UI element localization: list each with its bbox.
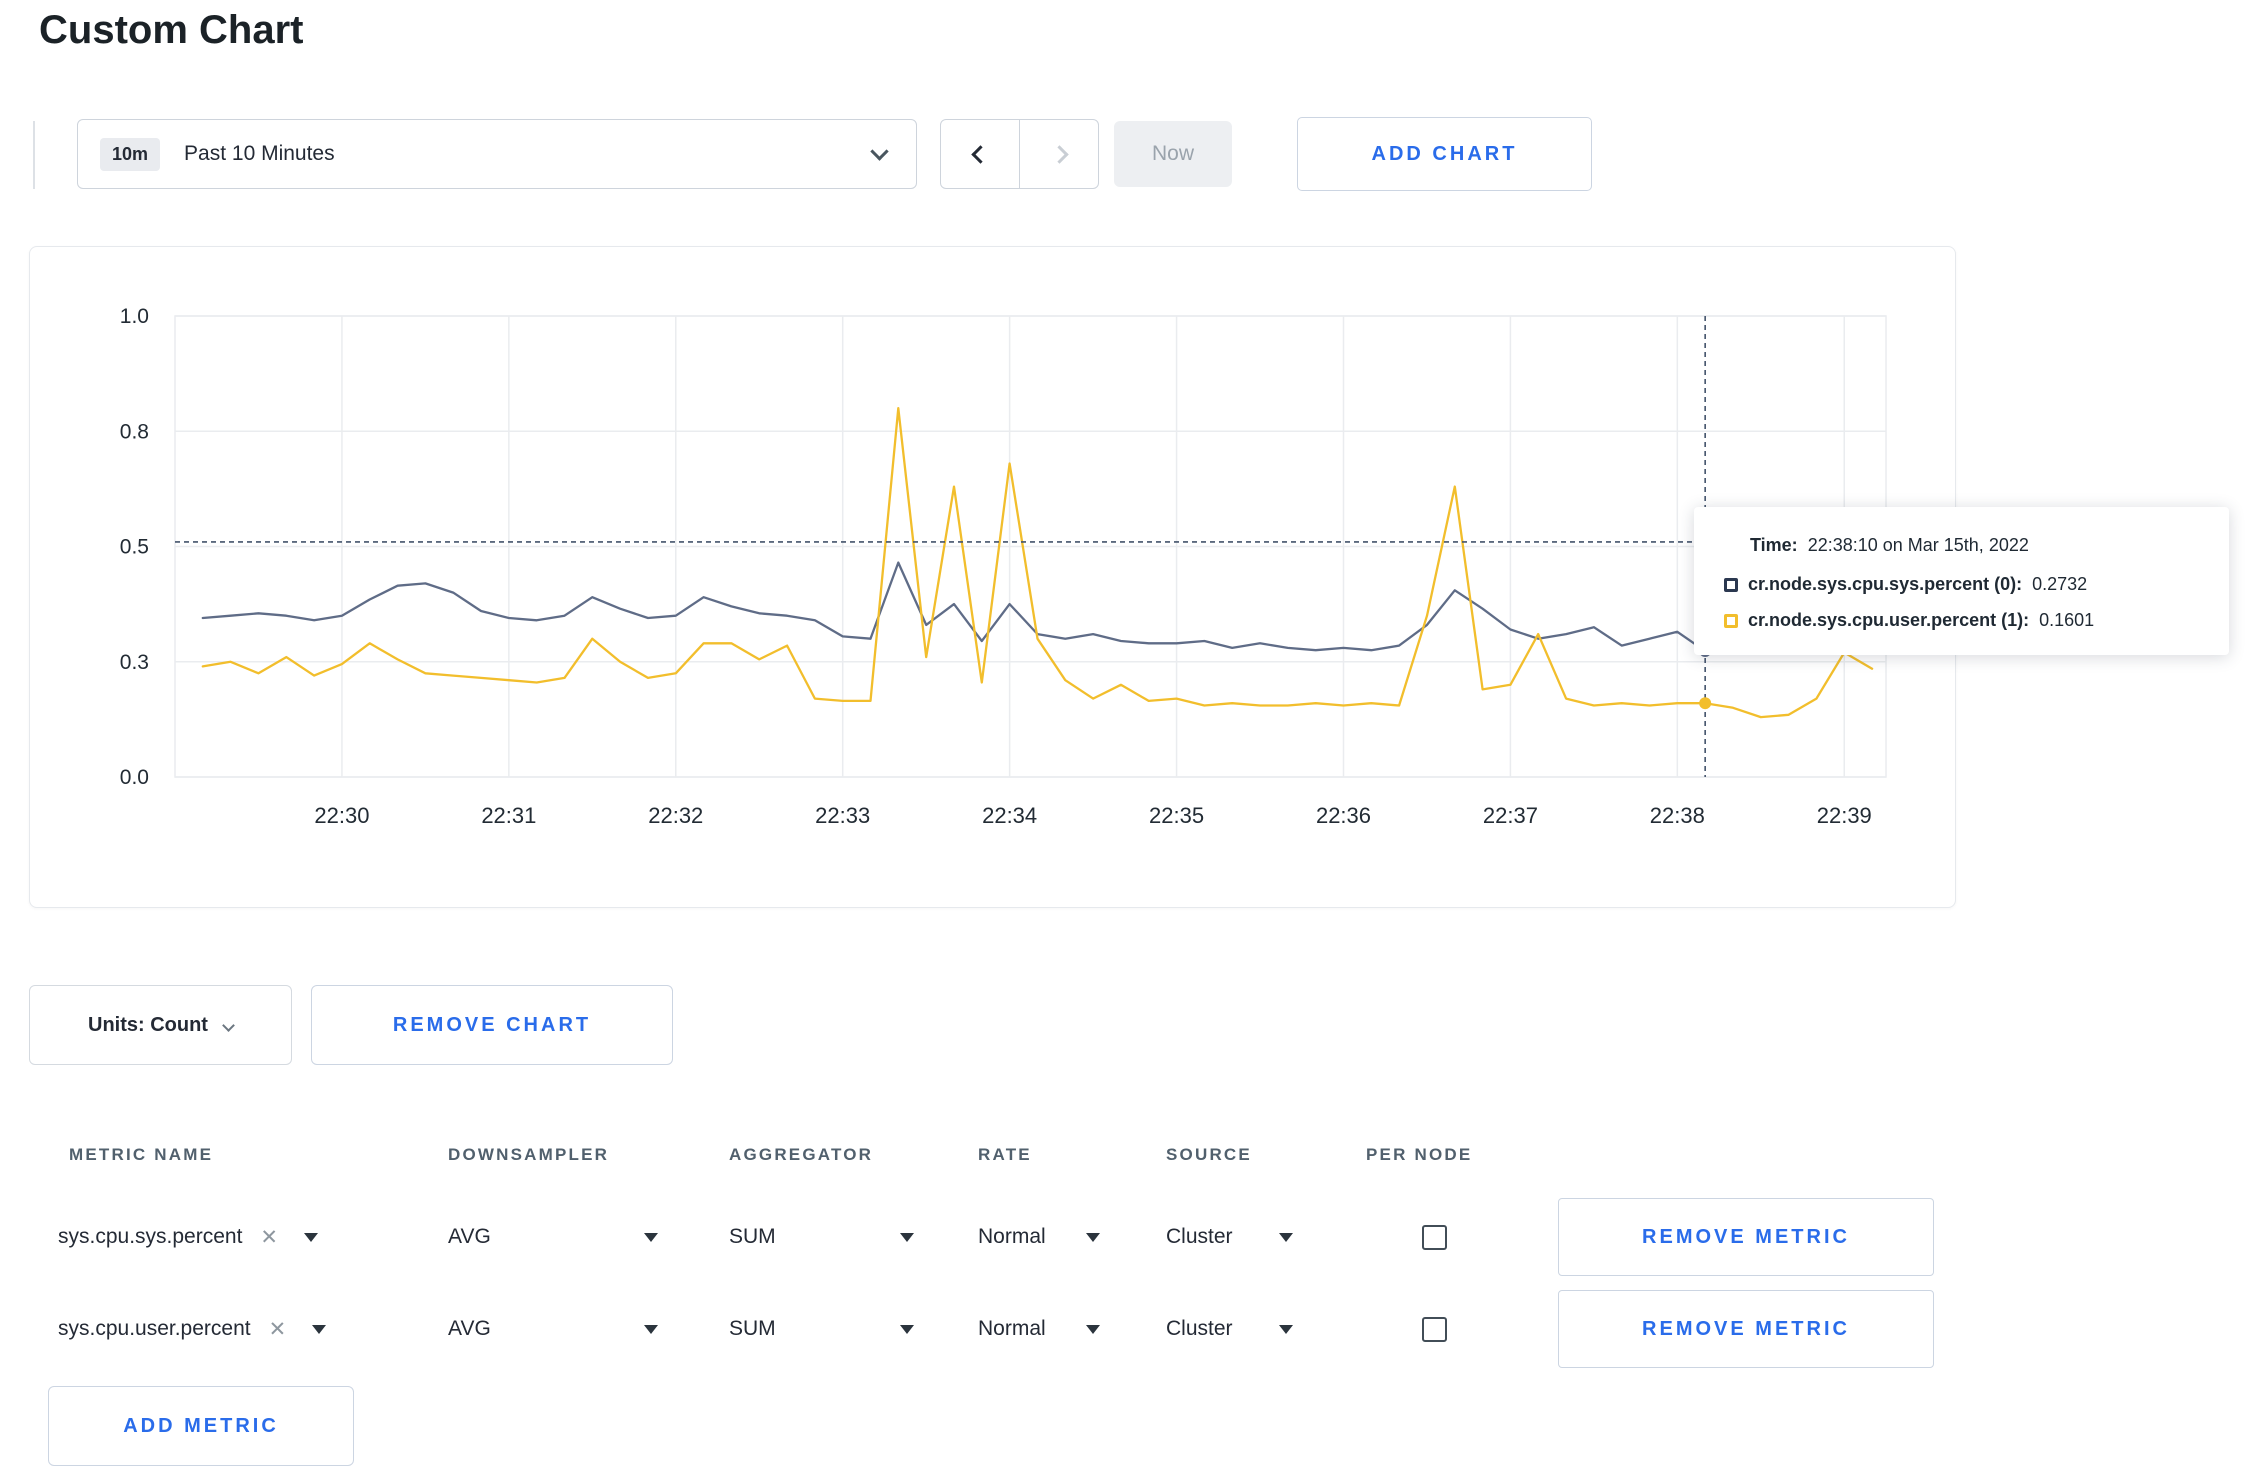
tooltip-time-value: 22:38:10 on Mar 15th, 2022 [1807,535,2029,555]
toolbar-divider [33,121,35,189]
header-aggregator: AGGREGATOR [729,1145,874,1164]
tooltip-series-name: cr.node.sys.cpu.user.percent (1): [1748,610,2030,630]
units-select[interactable]: Units: Count [29,985,292,1065]
header-per-node: PER NODE [1366,1145,1473,1164]
dropdown-arrow-icon [1086,1232,1100,1242]
now-button[interactable]: Now [1114,121,1232,187]
tooltip-series-row: cr.node.sys.cpu.user.percent (1): 0.1601 [1724,610,2199,631]
aggregator-value: SUM [729,1317,776,1340]
metric-name-label: sys.cpu.sys.percent [58,1225,243,1248]
source-value: Cluster [1166,1317,1233,1340]
chevron-down-icon [870,141,889,161]
metric-row: sys.cpu.sys.percent AVG SUM Normal Clust… [29,1191,1956,1283]
svg-text:22:31: 22:31 [481,803,536,828]
prev-time-button[interactable] [940,119,1020,189]
metrics-table-header: METRIC NAME DOWNSAMPLER AGGREGATOR RATE … [29,1119,1956,1191]
downsampler-value: AVG [448,1225,491,1248]
header-source: SOURCE [1166,1145,1252,1164]
svg-text:22:38: 22:38 [1650,803,1705,828]
chart-panel: 0.0 0.3 0.5 0.8 1.0 22:30 22:31 22:32 22:33 22:34… [29,246,2229,909]
svg-text:0.3: 0.3 [120,651,149,674]
svg-text:1.0: 1.0 [120,305,149,328]
svg-text:22:35: 22:35 [1149,803,1204,828]
rate-value: Normal [978,1225,1046,1248]
add-chart-button[interactable]: ADD CHART [1297,117,1592,191]
chevron-down-icon [222,1018,235,1032]
aggregator-select[interactable]: SUM [729,1225,914,1249]
time-series-chart[interactable]: 0.0 0.3 0.5 0.8 1.0 22:30 22:31 22:32 22:33 22:34… [30,247,1957,909]
rate-select[interactable]: Normal [978,1317,1100,1341]
source-select[interactable]: Cluster [1166,1225,1293,1249]
remove-metric-button[interactable]: REMOVE METRIC [1558,1198,1934,1276]
tooltip-series-row: cr.node.sys.cpu.sys.percent (0): 0.2732 [1724,574,2199,595]
series-sys-swatch-icon [1724,577,1738,592]
tooltip-time-row: Time: 22:38:10 on Mar 15th, 2022 [1724,535,2199,556]
source-value: Cluster [1166,1225,1233,1248]
dropdown-arrow-icon [304,1232,319,1242]
svg-text:22:34: 22:34 [982,803,1037,828]
series-user-swatch-icon [1724,613,1738,628]
dropdown-arrow-icon [1086,1324,1100,1334]
downsampler-select[interactable]: AVG [448,1225,658,1249]
dropdown-arrow-icon [1279,1324,1293,1334]
header-downsampler: DOWNSAMPLER [448,1145,610,1164]
tooltip-time-label: Time: [1750,535,1798,555]
per-node-checkbox[interactable] [1422,1224,1447,1250]
tooltip-series-name: cr.node.sys.cpu.sys.percent (0): [1748,574,2023,594]
dropdown-arrow-icon [900,1232,914,1242]
dropdown-arrow-icon [644,1232,658,1242]
metric-row: sys.cpu.user.percent AVG SUM Normal Clus… [29,1283,1956,1375]
next-time-button[interactable] [1019,119,1099,189]
rate-select[interactable]: Normal [978,1225,1100,1249]
tooltip-series-value: 0.1601 [2039,610,2095,630]
svg-text:22:32: 22:32 [648,803,703,828]
svg-text:22:36: 22:36 [1316,803,1371,828]
metric-name-label: sys.cpu.user.percent [58,1317,251,1340]
svg-text:22:33: 22:33 [815,803,870,828]
svg-text:22:37: 22:37 [1483,803,1538,828]
time-range-select[interactable]: 10m Past 10 Minutes [77,119,917,189]
dropdown-arrow-icon [900,1324,914,1334]
metric-name-select[interactable]: sys.cpu.user.percent [48,1317,434,1342]
aggregator-select[interactable]: SUM [729,1317,914,1341]
clear-metric-icon[interactable] [269,1317,287,1342]
remove-metric-button[interactable]: REMOVE METRIC [1558,1290,1934,1368]
remove-chart-button[interactable]: REMOVE CHART [311,985,673,1065]
downsampler-value: AVG [448,1317,491,1340]
dropdown-arrow-icon [644,1324,658,1334]
downsampler-select[interactable]: AVG [448,1317,658,1341]
aggregator-value: SUM [729,1225,776,1248]
chart-tooltip: Time: 22:38:10 on Mar 15th, 2022 cr.node… [1694,507,2229,655]
dropdown-arrow-icon [312,1324,327,1334]
header-metric-name: METRIC NAME [69,1145,214,1164]
dropdown-arrow-icon [1279,1232,1293,1242]
time-nav-group [940,119,1099,189]
chevron-right-icon [1049,144,1069,164]
svg-text:22:30: 22:30 [314,803,369,828]
metrics-table: METRIC NAME DOWNSAMPLER AGGREGATOR RATE … [29,1119,1956,1375]
tooltip-series-value: 0.2732 [2032,574,2088,594]
rate-value: Normal [978,1317,1046,1340]
clear-metric-icon[interactable] [260,1225,278,1250]
add-metric-button[interactable]: ADD METRIC [48,1386,354,1466]
source-select[interactable]: Cluster [1166,1317,1293,1341]
metric-name-select[interactable]: sys.cpu.sys.percent [48,1225,434,1250]
time-range-label: Past 10 Minutes [184,142,335,165]
page-title: Custom Chart [39,8,304,52]
time-range-badge: 10m [100,137,161,171]
per-node-checkbox[interactable] [1422,1316,1447,1342]
header-rate: RATE [978,1145,1032,1164]
svg-text:22:39: 22:39 [1817,803,1872,828]
units-label: Units: Count [88,1013,208,1036]
svg-text:0.8: 0.8 [120,420,149,443]
chevron-left-icon [970,144,990,164]
svg-text:0.5: 0.5 [120,536,149,559]
svg-text:0.0: 0.0 [120,766,149,789]
